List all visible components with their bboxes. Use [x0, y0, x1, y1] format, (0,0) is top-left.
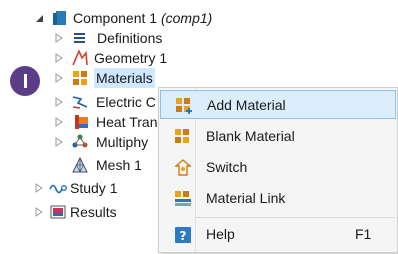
mesh-icon [72, 156, 88, 173]
definitions-label: Definitions [97, 30, 163, 46]
add-material-icon [175, 97, 193, 115]
switch-icon [174, 159, 192, 177]
tree-node-heat-transfer[interactable]: Heat Tran [0, 112, 160, 132]
expand-arrow-icon[interactable] [54, 33, 64, 43]
tree-node-study[interactable]: Study 1 [0, 178, 150, 198]
multiphysics-label: Multiphy [96, 134, 149, 150]
collapse-arrow-icon[interactable] [34, 13, 44, 23]
expand-arrow-icon[interactable] [34, 183, 44, 193]
definitions-icon [72, 30, 88, 46]
expand-arrow-icon[interactable] [54, 137, 64, 147]
menu-item-label: Switch [206, 159, 248, 175]
geometry-icon [72, 48, 88, 66]
study-label: Study 1 [70, 180, 118, 196]
expand-arrow-icon[interactable] [54, 117, 64, 127]
expand-arrow-icon[interactable] [34, 207, 44, 217]
mesh-label: Mesh 1 [96, 157, 142, 173]
menu-item-label: Blank Material [206, 128, 295, 144]
menu-item-blank-material[interactable]: Blank Material [160, 122, 396, 151]
material-link-icon [174, 190, 192, 208]
tree-node-component[interactable]: Component 1 (comp1) [0, 8, 260, 28]
blank-material-icon [174, 128, 192, 146]
tree-node-electric-currents[interactable]: Electric C [0, 92, 160, 112]
menu-item-help[interactable]: ? Help F1 [160, 220, 396, 249]
geometry-label: Geometry 1 [94, 50, 168, 66]
heat-transfer-icon [74, 114, 90, 130]
materials-icon [72, 70, 88, 86]
tree-node-definitions[interactable]: Definitions [0, 28, 200, 48]
tree-node-multiphysics[interactable]: Multiphy [0, 132, 160, 152]
help-icon: ? [174, 226, 192, 244]
menu-separator [195, 217, 395, 218]
materials-context-menu: Add Material Blank Material Switch Mater… [158, 87, 398, 253]
multiphysics-icon [72, 134, 88, 150]
materials-label: Materials [94, 68, 155, 88]
menu-item-label: Help [206, 226, 235, 242]
component-tag: (comp1) [160, 10, 213, 26]
results-icon [50, 204, 66, 220]
heat-transfer-label: Heat Tran [96, 114, 158, 130]
menu-item-add-material[interactable]: Add Material [160, 90, 396, 119]
menu-item-label: Add Material [207, 97, 286, 113]
component-icon [52, 10, 68, 26]
electric-currents-icon [72, 94, 88, 110]
expand-arrow-icon[interactable] [54, 97, 64, 107]
component-label: Component 1 [73, 10, 161, 26]
expand-arrow-icon[interactable] [54, 73, 64, 83]
electric-currents-label: Electric C [96, 94, 156, 110]
tree-node-mesh[interactable]: Mesh 1 [0, 155, 160, 175]
results-label: Results [70, 204, 117, 220]
tree-node-materials[interactable]: Materials [0, 68, 170, 88]
shortcut-label: F1 [355, 226, 372, 242]
svg-text:?: ? [180, 229, 187, 243]
study-icon [49, 180, 67, 196]
tree-node-results[interactable]: Results [0, 202, 150, 222]
expand-arrow-icon[interactable] [54, 53, 64, 63]
menu-item-switch[interactable]: Switch [160, 153, 396, 182]
menu-item-label: Material Link [206, 190, 286, 206]
tree-node-geometry[interactable]: Geometry 1 [0, 48, 200, 68]
menu-item-material-link[interactable]: Material Link [160, 184, 396, 213]
